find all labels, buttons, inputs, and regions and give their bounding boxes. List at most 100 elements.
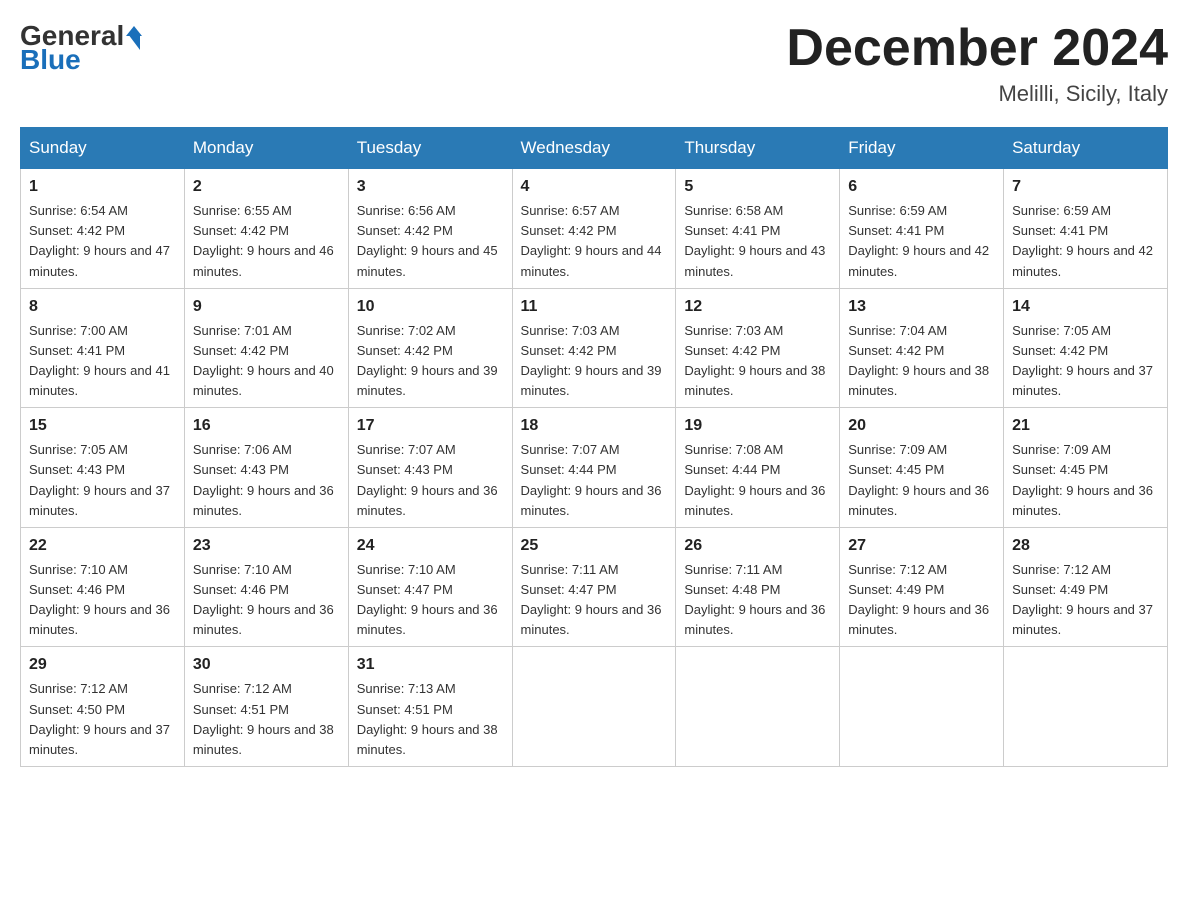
day-info: Sunrise: 7:03 AMSunset: 4:42 PMDaylight:…	[684, 323, 825, 398]
table-row: 21 Sunrise: 7:09 AMSunset: 4:45 PMDayligh…	[1004, 408, 1168, 528]
day-number: 13	[848, 295, 995, 319]
day-info: Sunrise: 7:00 AMSunset: 4:41 PMDaylight:…	[29, 323, 170, 398]
table-row: 5 Sunrise: 6:58 AMSunset: 4:41 PMDaylight…	[676, 169, 840, 289]
table-row: 22 Sunrise: 7:10 AMSunset: 4:46 PMDayligh…	[21, 527, 185, 647]
table-row: 19 Sunrise: 7:08 AMSunset: 4:44 PMDayligh…	[676, 408, 840, 528]
day-number: 14	[1012, 295, 1159, 319]
day-info: Sunrise: 6:54 AMSunset: 4:42 PMDaylight:…	[29, 203, 170, 278]
day-info: Sunrise: 7:10 AMSunset: 4:46 PMDaylight:…	[193, 562, 334, 637]
day-info: Sunrise: 7:07 AMSunset: 4:44 PMDaylight:…	[521, 442, 662, 517]
day-number: 17	[357, 414, 504, 438]
day-number: 15	[29, 414, 176, 438]
table-row: 25Sunrise: 7:11 AMSunset: 4:47 PMDayligh…	[512, 527, 676, 647]
day-info: Sunrise: 7:09 AMSunset: 4:45 PMDaylight:…	[848, 442, 989, 517]
day-number: 11	[521, 295, 668, 319]
col-tuesday: Tuesday	[348, 128, 512, 169]
table-row: 17 Sunrise: 7:07 AMSunset: 4:43 PMDayligh…	[348, 408, 512, 528]
day-number: 5	[684, 175, 831, 199]
table-row: 27 Sunrise: 7:12 AMSunset: 4:49 PMDayligh…	[840, 527, 1004, 647]
calendar-week-row: 15 Sunrise: 7:05 AMSunset: 4:43 PMDayligh…	[21, 408, 1168, 528]
day-number: 2	[193, 175, 340, 199]
table-row: 7 Sunrise: 6:59 AMSunset: 4:41 PMDaylight…	[1004, 169, 1168, 289]
day-number: 20	[848, 414, 995, 438]
day-number: 31	[357, 653, 504, 677]
col-monday: Monday	[184, 128, 348, 169]
table-row	[840, 647, 1004, 767]
day-number: 16	[193, 414, 340, 438]
day-info: Sunrise: 7:01 AMSunset: 4:42 PMDaylight:…	[193, 323, 334, 398]
day-number: 21	[1012, 414, 1159, 438]
logo: General Blue	[20, 20, 142, 76]
day-info: Sunrise: 7:13 AMSunset: 4:51 PMDaylight:…	[357, 681, 498, 756]
table-row: 18Sunrise: 7:07 AMSunset: 4:44 PMDayligh…	[512, 408, 676, 528]
day-info: Sunrise: 7:09 AMSunset: 4:45 PMDaylight:…	[1012, 442, 1153, 517]
day-number: 3	[357, 175, 504, 199]
table-row: 14 Sunrise: 7:05 AMSunset: 4:42 PMDayligh…	[1004, 288, 1168, 408]
day-number: 6	[848, 175, 995, 199]
col-thursday: Thursday	[676, 128, 840, 169]
day-number: 27	[848, 534, 995, 558]
day-number: 9	[193, 295, 340, 319]
day-info: Sunrise: 7:12 AMSunset: 4:51 PMDaylight:…	[193, 681, 334, 756]
table-row: 31 Sunrise: 7:13 AMSunset: 4:51 PMDayligh…	[348, 647, 512, 767]
day-info: Sunrise: 7:05 AMSunset: 4:43 PMDaylight:…	[29, 442, 170, 517]
table-row: 2 Sunrise: 6:55 AMSunset: 4:42 PMDaylight…	[184, 169, 348, 289]
day-number: 8	[29, 295, 176, 319]
day-number: 26	[684, 534, 831, 558]
day-number: 22	[29, 534, 176, 558]
table-row: 4 Sunrise: 6:57 AMSunset: 4:42 PMDaylight…	[512, 169, 676, 289]
table-row: 20 Sunrise: 7:09 AMSunset: 4:45 PMDayligh…	[840, 408, 1004, 528]
table-row: 3Sunrise: 6:56 AMSunset: 4:42 PMDaylight…	[348, 169, 512, 289]
day-info: Sunrise: 7:10 AMSunset: 4:46 PMDaylight:…	[29, 562, 170, 637]
day-number: 7	[1012, 175, 1159, 199]
col-sunday: Sunday	[21, 128, 185, 169]
calendar-week-row: 1Sunrise: 6:54 AMSunset: 4:42 PMDaylight…	[21, 169, 1168, 289]
day-info: Sunrise: 7:12 AMSunset: 4:50 PMDaylight:…	[29, 681, 170, 756]
day-info: Sunrise: 6:59 AMSunset: 4:41 PMDaylight:…	[848, 203, 989, 278]
day-number: 29	[29, 653, 176, 677]
table-row: 10 Sunrise: 7:02 AMSunset: 4:42 PMDayligh…	[348, 288, 512, 408]
day-info: Sunrise: 7:07 AMSunset: 4:43 PMDaylight:…	[357, 442, 498, 517]
day-info: Sunrise: 7:12 AMSunset: 4:49 PMDaylight:…	[1012, 562, 1153, 637]
table-row: 8 Sunrise: 7:00 AMSunset: 4:41 PMDaylight…	[21, 288, 185, 408]
table-row: 11 Sunrise: 7:03 AMSunset: 4:42 PMDayligh…	[512, 288, 676, 408]
table-row: 28 Sunrise: 7:12 AMSunset: 4:49 PMDayligh…	[1004, 527, 1168, 647]
day-number: 19	[684, 414, 831, 438]
table-row: 24Sunrise: 7:10 AMSunset: 4:47 PMDayligh…	[348, 527, 512, 647]
day-number: 4	[521, 175, 668, 199]
day-info: Sunrise: 7:03 AMSunset: 4:42 PMDaylight:…	[521, 323, 662, 398]
table-row: 30 Sunrise: 7:12 AMSunset: 4:51 PMDayligh…	[184, 647, 348, 767]
day-info: Sunrise: 7:11 AMSunset: 4:48 PMDaylight:…	[684, 562, 825, 637]
location: Melilli, Sicily, Italy	[786, 81, 1168, 107]
calendar-week-row: 22 Sunrise: 7:10 AMSunset: 4:46 PMDayligh…	[21, 527, 1168, 647]
day-info: Sunrise: 6:59 AMSunset: 4:41 PMDaylight:…	[1012, 203, 1153, 278]
day-info: Sunrise: 6:55 AMSunset: 4:42 PMDaylight:…	[193, 203, 334, 278]
day-info: Sunrise: 7:04 AMSunset: 4:42 PMDaylight:…	[848, 323, 989, 398]
day-info: Sunrise: 7:08 AMSunset: 4:44 PMDaylight:…	[684, 442, 825, 517]
col-friday: Friday	[840, 128, 1004, 169]
day-info: Sunrise: 7:12 AMSunset: 4:49 PMDaylight:…	[848, 562, 989, 637]
day-info: Sunrise: 6:57 AMSunset: 4:42 PMDaylight:…	[521, 203, 662, 278]
table-row	[1004, 647, 1168, 767]
table-row: 9 Sunrise: 7:01 AMSunset: 4:42 PMDaylight…	[184, 288, 348, 408]
calendar-table: Sunday Monday Tuesday Wednesday Thursday…	[20, 127, 1168, 767]
table-row: 26 Sunrise: 7:11 AMSunset: 4:48 PMDayligh…	[676, 527, 840, 647]
day-number: 30	[193, 653, 340, 677]
day-info: Sunrise: 7:11 AMSunset: 4:47 PMDaylight:…	[521, 562, 662, 637]
calendar-week-row: 8 Sunrise: 7:00 AMSunset: 4:41 PMDaylight…	[21, 288, 1168, 408]
logo-blue: Blue	[20, 44, 81, 76]
day-info: Sunrise: 7:10 AMSunset: 4:47 PMDaylight:…	[357, 562, 498, 637]
day-info: Sunrise: 7:02 AMSunset: 4:42 PMDaylight:…	[357, 323, 498, 398]
table-row: 15 Sunrise: 7:05 AMSunset: 4:43 PMDayligh…	[21, 408, 185, 528]
month-title: December 2024	[786, 20, 1168, 77]
col-saturday: Saturday	[1004, 128, 1168, 169]
day-number: 10	[357, 295, 504, 319]
day-number: 12	[684, 295, 831, 319]
day-info: Sunrise: 6:58 AMSunset: 4:41 PMDaylight:…	[684, 203, 825, 278]
table-row: 13 Sunrise: 7:04 AMSunset: 4:42 PMDayligh…	[840, 288, 1004, 408]
col-wednesday: Wednesday	[512, 128, 676, 169]
day-info: Sunrise: 7:05 AMSunset: 4:42 PMDaylight:…	[1012, 323, 1153, 398]
calendar-week-row: 29 Sunrise: 7:12 AMSunset: 4:50 PMDayligh…	[21, 647, 1168, 767]
day-number: 28	[1012, 534, 1159, 558]
day-number: 23	[193, 534, 340, 558]
